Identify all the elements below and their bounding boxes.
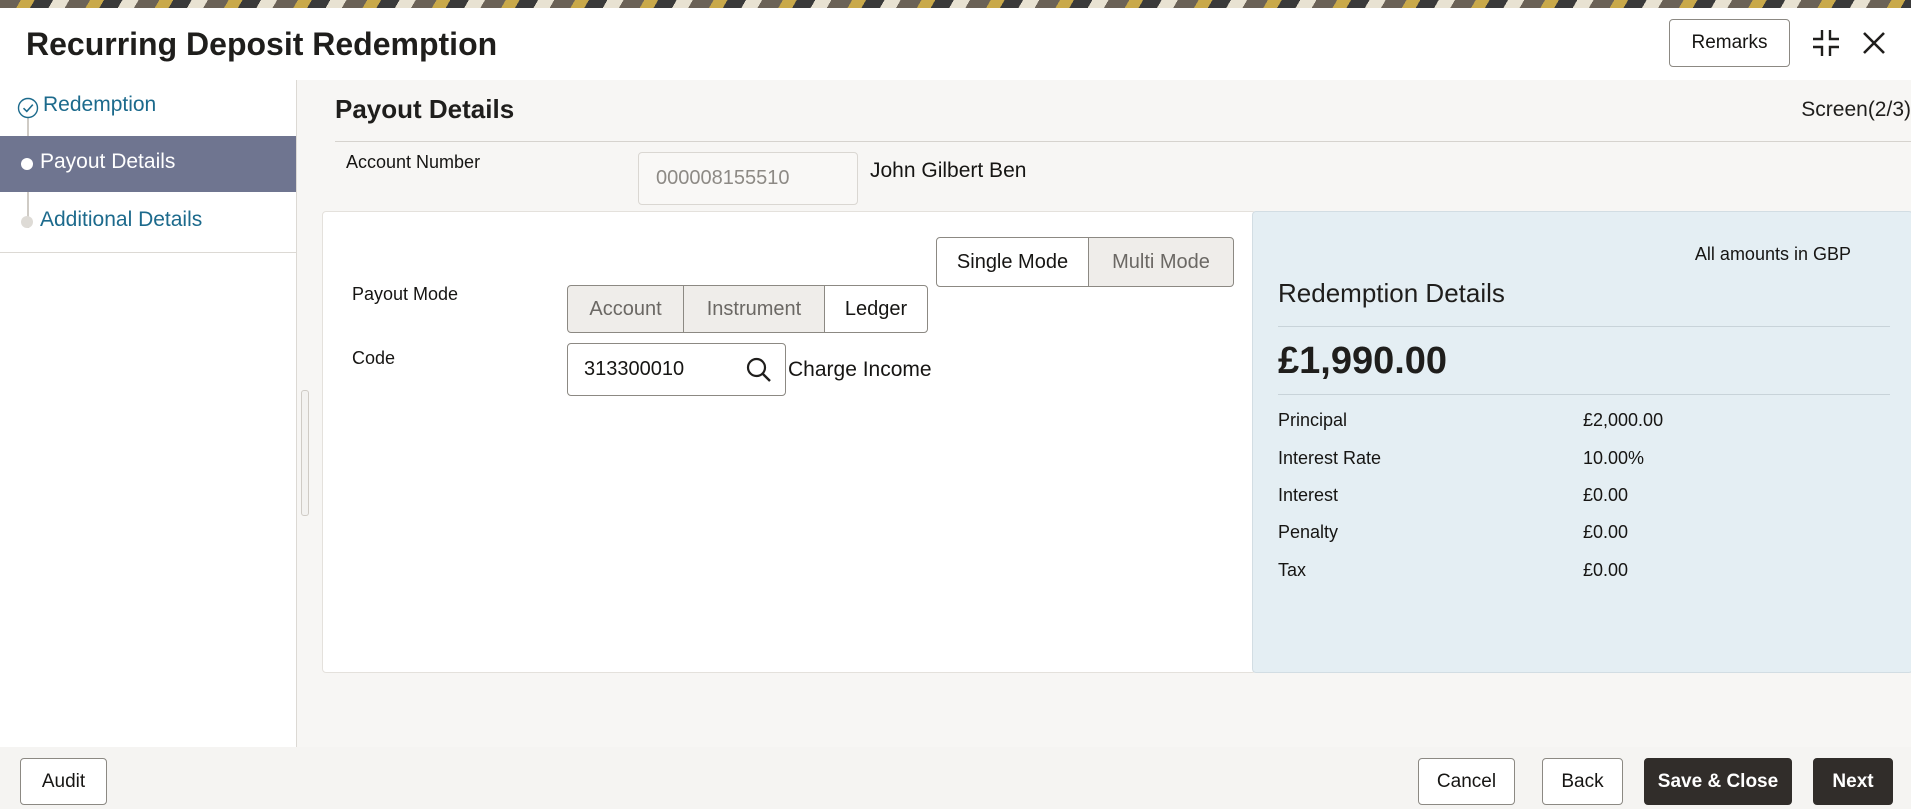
minimize-icon[interactable] bbox=[1808, 25, 1844, 61]
step-dot bbox=[21, 158, 33, 170]
principal-label: Principal bbox=[1278, 410, 1348, 430]
code-description: Charge Income bbox=[788, 358, 932, 381]
main-content: Payout Details Screen(2/3) Account Numbe… bbox=[297, 80, 1911, 747]
audit-button[interactable]: Audit bbox=[20, 758, 107, 805]
check-circle-icon bbox=[17, 97, 39, 124]
currency-note: All amounts in GBP bbox=[1694, 244, 1851, 264]
tax-value: £0.00 bbox=[1583, 560, 1629, 580]
tax-label: Tax bbox=[1278, 560, 1307, 580]
sidebar-item-label: Additional Details bbox=[40, 208, 203, 231]
page-header: Recurring Deposit Redemption Remarks bbox=[0, 8, 1911, 81]
summary-title: Redemption Details bbox=[1278, 278, 1505, 308]
multi-mode-button[interactable]: Multi Mode bbox=[1088, 237, 1234, 287]
account-number-value: 000008155510 bbox=[656, 167, 790, 189]
sidebar-item-payout-details[interactable]: Payout Details bbox=[0, 136, 296, 192]
code-value: 313300010 bbox=[584, 358, 685, 380]
account-number-label: Account Number bbox=[346, 152, 481, 172]
back-button[interactable]: Back bbox=[1542, 758, 1623, 805]
principal-value: £2,000.00 bbox=[1583, 410, 1664, 430]
sidebar: Redemption Payout Details Additional Det… bbox=[0, 80, 297, 747]
interest-value: £0.00 bbox=[1583, 485, 1629, 505]
sidebar-item-label: Payout Details bbox=[40, 150, 176, 173]
account-holder-name: John Gilbert Ben bbox=[870, 159, 1027, 182]
page-title: Recurring Deposit Redemption bbox=[26, 26, 498, 62]
step-dot bbox=[21, 216, 33, 228]
search-icon[interactable] bbox=[745, 356, 773, 390]
payout-mode-label: Payout Mode bbox=[352, 284, 459, 304]
code-input[interactable]: 313300010 bbox=[567, 343, 786, 396]
single-mode-button[interactable]: Single Mode bbox=[936, 237, 1089, 287]
sidebar-item-additional-details[interactable]: Additional Details bbox=[0, 194, 296, 250]
account-number-field: 000008155510 bbox=[638, 152, 858, 205]
remarks-button[interactable]: Remarks bbox=[1669, 19, 1790, 67]
interest-rate-value: 10.00% bbox=[1583, 448, 1645, 468]
sidebar-item-label: Redemption bbox=[43, 93, 157, 116]
summary-total: £1,990.00 bbox=[1278, 340, 1448, 382]
sidebar-item-redemption[interactable]: Redemption bbox=[0, 80, 296, 136]
penalty-label: Penalty bbox=[1278, 522, 1339, 542]
footer-bar: Audit Cancel Back Save & Close Next bbox=[0, 747, 1911, 809]
mode-toggle: Single Mode Multi Mode bbox=[936, 237, 1234, 287]
save-close-button[interactable]: Save & Close bbox=[1644, 758, 1792, 805]
sidebar-divider bbox=[0, 252, 296, 253]
section-divider bbox=[335, 141, 1911, 142]
summary-divider bbox=[1278, 326, 1890, 327]
cancel-button[interactable]: Cancel bbox=[1418, 758, 1515, 805]
interest-rate-label: Interest Rate bbox=[1278, 448, 1382, 468]
screen-indicator: Screen(2/3) bbox=[1801, 98, 1911, 121]
penalty-value: £0.00 bbox=[1583, 522, 1629, 542]
payout-mode-account[interactable]: Account bbox=[567, 285, 684, 333]
decorative-banner-strip bbox=[0, 0, 1911, 8]
payout-mode-ledger[interactable]: Ledger bbox=[824, 285, 928, 333]
redemption-summary-panel: All amounts in GBP Redemption Details £1… bbox=[1252, 211, 1911, 673]
next-button[interactable]: Next bbox=[1813, 758, 1893, 805]
code-label: Code bbox=[352, 348, 396, 368]
panel-scroll-handle[interactable] bbox=[301, 390, 309, 516]
summary-divider bbox=[1278, 394, 1890, 395]
close-icon[interactable] bbox=[1856, 25, 1892, 61]
interest-label: Interest bbox=[1278, 485, 1339, 505]
payout-panel: Single Mode Multi Mode Payout Mode Accou… bbox=[322, 211, 1256, 673]
payout-mode-selector: Account Instrument Ledger bbox=[567, 285, 928, 333]
payout-mode-instrument[interactable]: Instrument bbox=[683, 285, 825, 333]
section-title: Payout Details bbox=[335, 94, 515, 124]
